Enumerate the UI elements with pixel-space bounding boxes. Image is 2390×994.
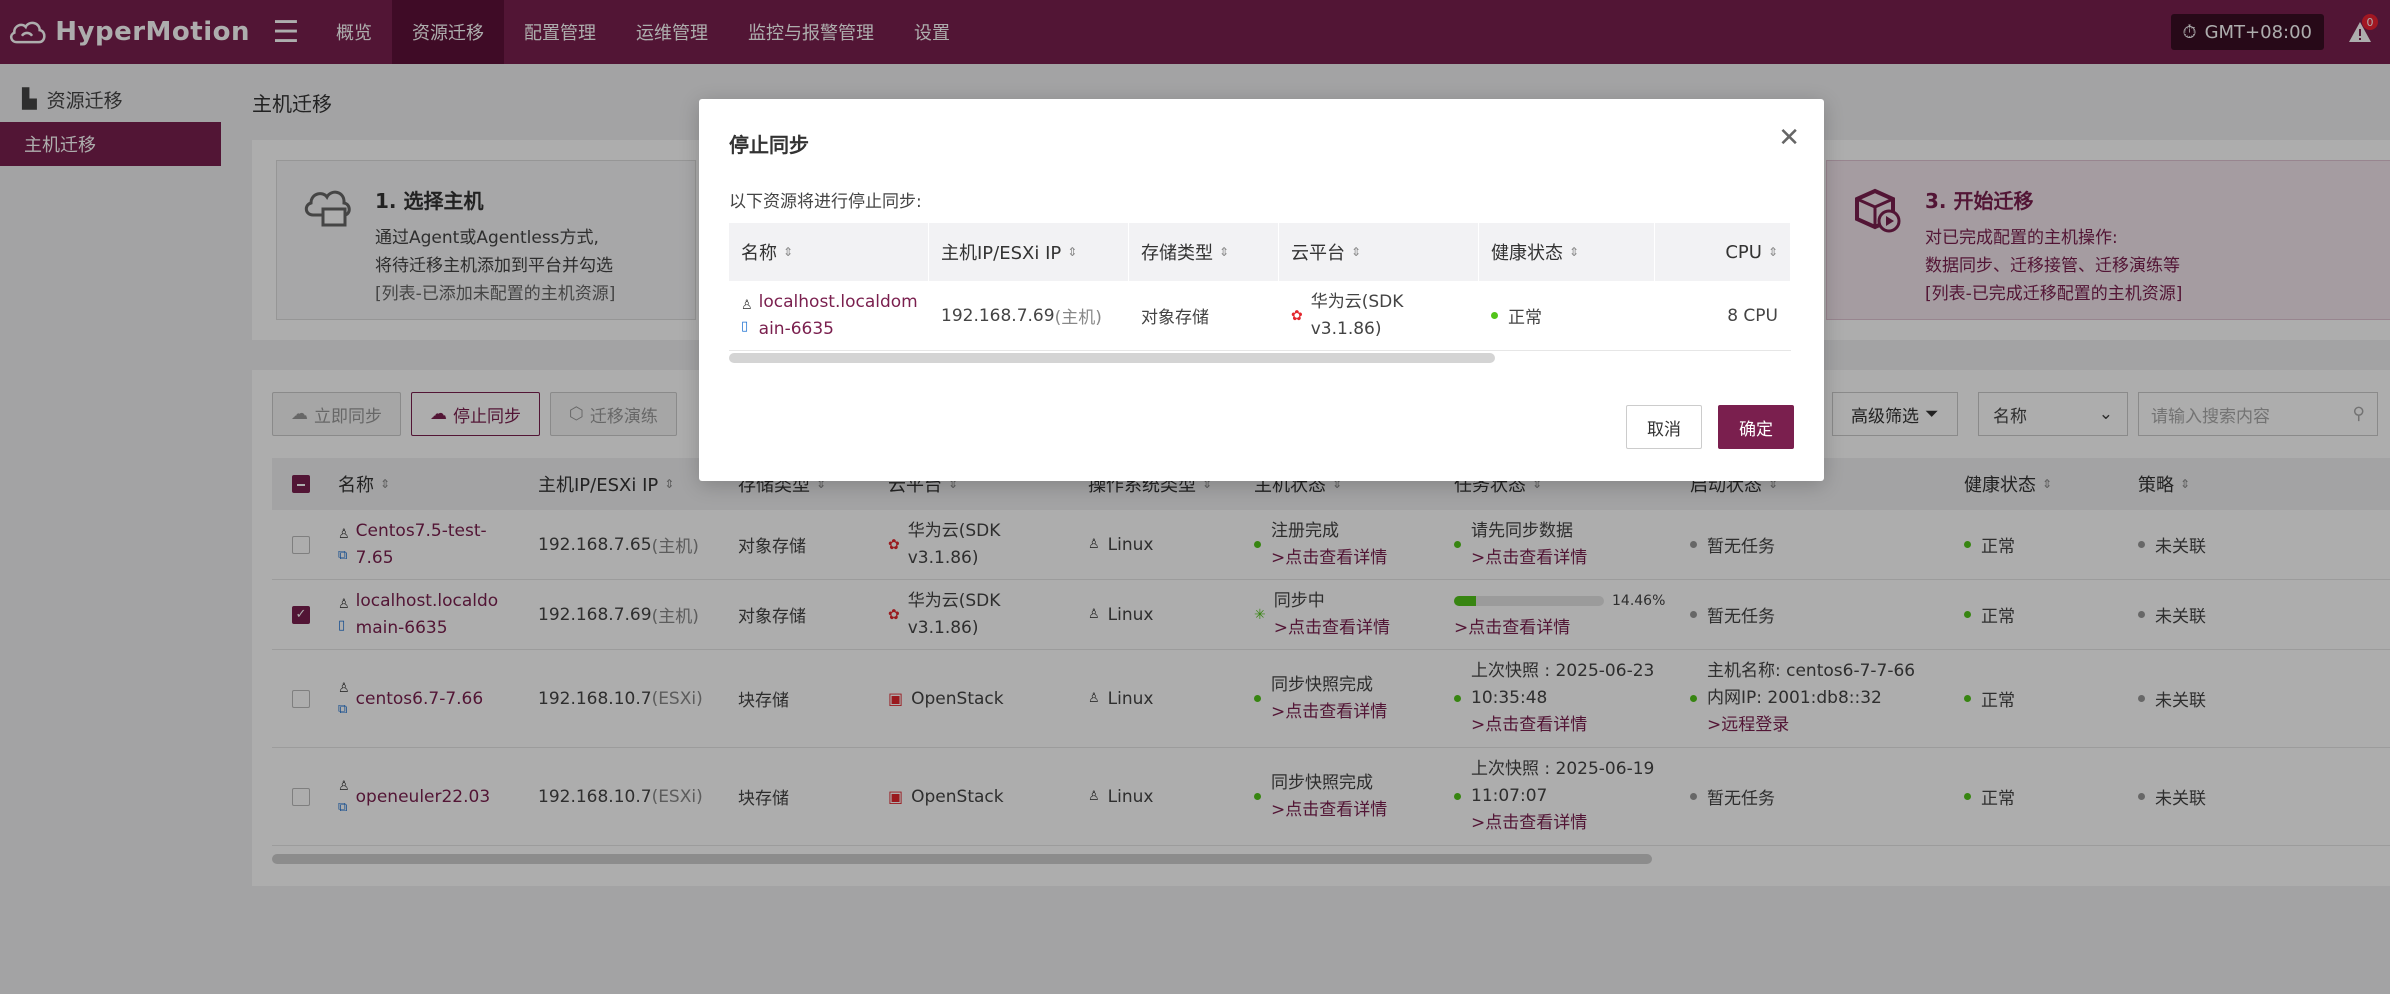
host-name-link[interactable]: localhost.localdomain-6635 [759, 289, 918, 343]
agent-icon: ▯ [741, 318, 749, 334]
dialog-table-row: ♙ ▯ localhost.localdom ain-6635 192.168.7.… [729, 281, 1791, 351]
linux-icon: ♙ [741, 297, 753, 313]
dialog-footer: 取消 确定 [1626, 405, 1794, 449]
col-header-cpu[interactable]: CPU ⇕ [1655, 223, 1791, 281]
col-header-name[interactable]: 名称 ⇕ [729, 223, 929, 281]
dialog-description: 以下资源将进行停止同步: [729, 192, 922, 212]
host-ip: 192.168.7.69 (主机) [929, 281, 1129, 350]
col-header-health[interactable]: 健康状态 ⇕ [1479, 223, 1655, 281]
dialog-horizontal-scrollbar[interactable] [729, 353, 1495, 363]
stop-sync-dialog: 停止同步 ✕ 以下资源将进行停止同步: 名称 ⇕ 主机IP/ESXi IP ⇕ 存储… [699, 99, 1824, 481]
dialog-table: 名称 ⇕ 主机IP/ESXi IP ⇕ 存储类型 ⇕ 云平台 ⇕ 健康状态 ⇕ CPU ⇕ … [729, 223, 1791, 351]
storage-type: 对象存储 [1129, 281, 1279, 350]
dialog-table-header: 名称 ⇕ 主机IP/ESXi IP ⇕ 存储类型 ⇕ 云平台 ⇕ 健康状态 ⇕ CPU ⇕ [729, 223, 1791, 281]
cpu-count: 8 CPU [1655, 281, 1791, 350]
close-icon[interactable]: ✕ [1778, 123, 1800, 153]
dialog-title: 停止同步 [729, 133, 809, 157]
col-header-ip[interactable]: 主机IP/ESXi IP ⇕ [929, 223, 1129, 281]
cancel-button[interactable]: 取消 [1626, 405, 1702, 449]
col-header-storage[interactable]: 存储类型 ⇕ [1129, 223, 1279, 281]
huawei-cloud-icon: ✿ [1291, 307, 1303, 324]
confirm-button[interactable]: 确定 [1718, 405, 1794, 449]
col-header-cloud[interactable]: 云平台 ⇕ [1279, 223, 1479, 281]
